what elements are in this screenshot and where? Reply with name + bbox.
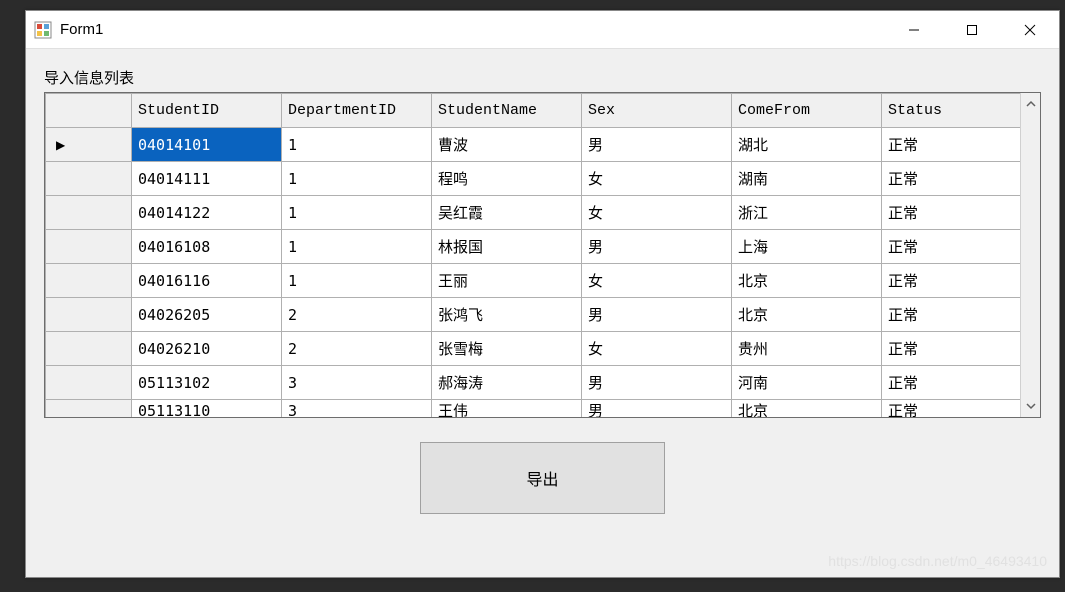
col-header-sex[interactable]: Sex (582, 94, 732, 128)
cell[interactable]: 女 (582, 196, 732, 230)
cell[interactable]: 林报国 (432, 230, 582, 264)
col-header-status[interactable]: Status (882, 94, 1021, 128)
cell[interactable]: 郝海涛 (432, 366, 582, 400)
client-area: 导入信息列表 Stude (26, 49, 1059, 577)
title-bar[interactable]: Form1 (26, 11, 1059, 49)
row-header[interactable] (46, 162, 132, 196)
table-row[interactable]: 040141111程鸣女湖南正常 (46, 162, 1021, 196)
table-row[interactable]: 040141221吴红霞女浙江正常 (46, 196, 1021, 230)
cell[interactable]: 正常 (882, 264, 1021, 298)
table-row[interactable]: 051131023郝海涛男河南正常 (46, 366, 1021, 400)
app-window: Form1 导入信息列表 (25, 10, 1060, 578)
row-indicator-icon: ▶ (56, 138, 65, 152)
table-row[interactable]: 040262052张鸿飞男北京正常 (46, 298, 1021, 332)
cell[interactable]: 05113102 (132, 366, 282, 400)
cell[interactable]: 正常 (882, 298, 1021, 332)
cell[interactable]: 1 (282, 196, 432, 230)
row-header[interactable] (46, 264, 132, 298)
cell[interactable]: 河南 (732, 366, 882, 400)
cell[interactable]: 2 (282, 298, 432, 332)
row-header[interactable] (46, 298, 132, 332)
maximize-button[interactable] (943, 11, 1001, 49)
cell[interactable]: 04014111 (132, 162, 282, 196)
cell[interactable]: 吴红霞 (432, 196, 582, 230)
cell[interactable]: 正常 (882, 128, 1021, 162)
cell[interactable]: 男 (582, 400, 732, 418)
cell[interactable]: 04016116 (132, 264, 282, 298)
cell[interactable]: 男 (582, 230, 732, 264)
data-grid[interactable]: StudentID DepartmentID StudentName Sex C… (44, 92, 1041, 418)
table-row[interactable]: 040161081林报国男上海正常 (46, 230, 1021, 264)
cell[interactable]: 04026210 (132, 332, 282, 366)
minimize-button[interactable] (885, 11, 943, 49)
cell[interactable]: 05113110 (132, 400, 282, 418)
window-title: Form1 (60, 21, 103, 38)
cell[interactable]: 04014122 (132, 196, 282, 230)
cell[interactable]: 北京 (732, 400, 882, 418)
cell[interactable]: 3 (282, 400, 432, 418)
cell[interactable]: 04026205 (132, 298, 282, 332)
cell[interactable]: 3 (282, 366, 432, 400)
cell[interactable]: 男 (582, 366, 732, 400)
export-button[interactable]: 导出 (420, 442, 665, 514)
cell[interactable]: 浙江 (732, 196, 882, 230)
cell[interactable]: 1 (282, 230, 432, 264)
row-header[interactable]: ▶ (46, 128, 132, 162)
window-controls (885, 11, 1059, 49)
close-button[interactable] (1001, 11, 1059, 49)
grid-label: 导入信息列表 (44, 67, 1041, 88)
cell[interactable]: 上海 (732, 230, 882, 264)
cell[interactable]: 王丽 (432, 264, 582, 298)
cell[interactable]: 湖南 (732, 162, 882, 196)
cell[interactable]: 北京 (732, 298, 882, 332)
table-row[interactable]: 040262102张雪梅女贵州正常 (46, 332, 1021, 366)
scroll-up-icon[interactable] (1021, 93, 1041, 115)
cell[interactable]: 04016108 (132, 230, 282, 264)
cell[interactable]: 正常 (882, 400, 1021, 418)
cell[interactable]: 张鸿飞 (432, 298, 582, 332)
row-header[interactable] (46, 332, 132, 366)
scroll-down-icon[interactable] (1021, 395, 1041, 417)
col-header-comefrom[interactable]: ComeFrom (732, 94, 882, 128)
cell[interactable]: 贵州 (732, 332, 882, 366)
row-header[interactable] (46, 400, 132, 418)
cell[interactable]: 女 (582, 264, 732, 298)
header-row: StudentID DepartmentID StudentName Sex C… (46, 94, 1021, 128)
table-row[interactable]: 040161161王丽女北京正常 (46, 264, 1021, 298)
cell[interactable]: 正常 (882, 332, 1021, 366)
cell[interactable]: 男 (582, 298, 732, 332)
cell[interactable]: 女 (582, 332, 732, 366)
cell[interactable]: 2 (282, 332, 432, 366)
cell[interactable]: 1 (282, 264, 432, 298)
row-header[interactable] (46, 230, 132, 264)
col-header-departmentid[interactable]: DepartmentID (282, 94, 432, 128)
cell[interactable]: 1 (282, 128, 432, 162)
col-header-studentid[interactable]: StudentID (132, 94, 282, 128)
cell[interactable]: 张雪梅 (432, 332, 582, 366)
cell[interactable]: 王伟 (432, 400, 582, 418)
row-header[interactable] (46, 366, 132, 400)
row-header[interactable] (46, 196, 132, 230)
row-header-corner[interactable] (46, 94, 132, 128)
table-row[interactable]: ▶ 040141011曹波男湖北正常 (46, 128, 1021, 162)
vertical-scrollbar[interactable] (1020, 93, 1040, 417)
cell[interactable]: 女 (582, 162, 732, 196)
cell[interactable]: 正常 (882, 366, 1021, 400)
cell[interactable]: 正常 (882, 162, 1021, 196)
cell[interactable]: 北京 (732, 264, 882, 298)
cell[interactable]: 程鸣 (432, 162, 582, 196)
cell[interactable]: 男 (582, 128, 732, 162)
cell[interactable]: 曹波 (432, 128, 582, 162)
cell[interactable]: 湖北 (732, 128, 882, 162)
cell[interactable]: 1 (282, 162, 432, 196)
table-row[interactable]: 051131103王伟男北京正常 (46, 400, 1021, 418)
cell[interactable]: 正常 (882, 230, 1021, 264)
app-icon (34, 21, 52, 39)
button-area: 导出 (44, 442, 1041, 514)
cell[interactable]: 04014101 (132, 128, 282, 162)
col-header-studentname[interactable]: StudentName (432, 94, 582, 128)
cell[interactable]: 正常 (882, 196, 1021, 230)
